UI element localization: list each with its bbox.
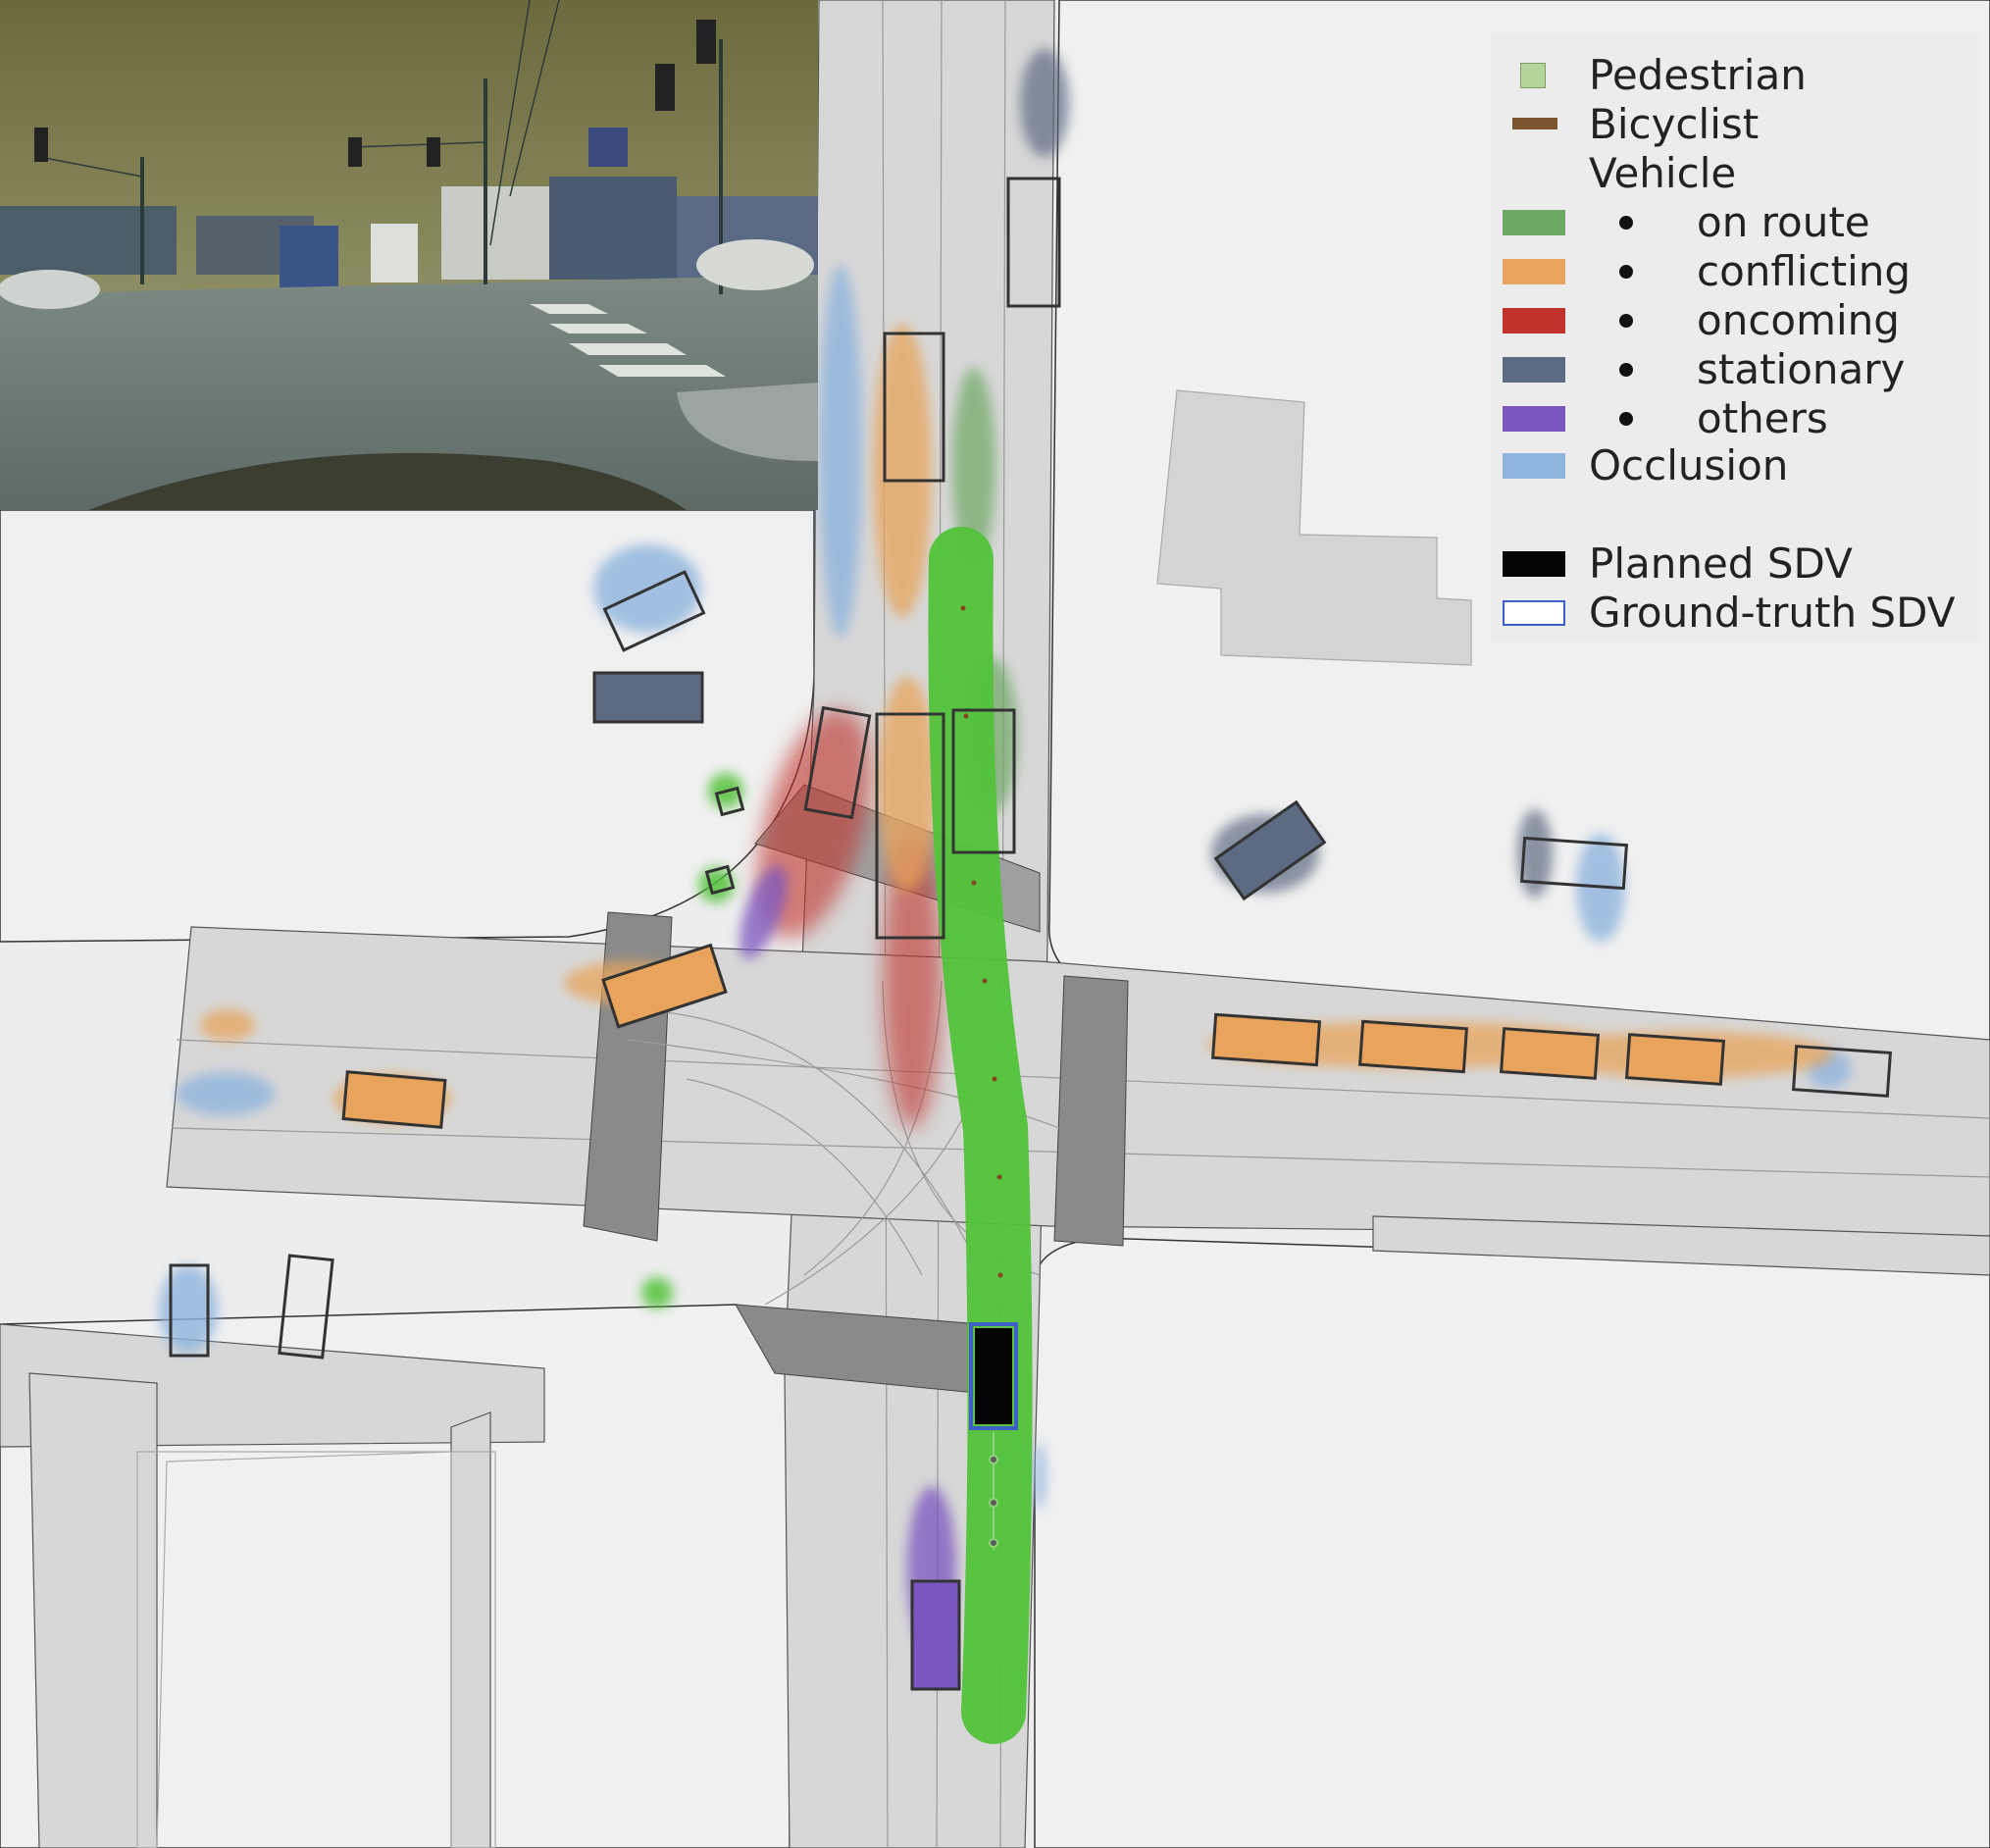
front-camera-view-icon <box>0 0 818 510</box>
crosswalk-east <box>1053 975 1129 1247</box>
occlusion-swatch <box>1503 453 1565 479</box>
legend-label: on route <box>1697 198 1870 246</box>
others-vehicle <box>910 1579 961 1691</box>
legend-label: Planned SDV <box>1589 539 1853 588</box>
legend-stationary: stationary <box>1491 343 1981 393</box>
legend-label: Vehicle <box>1589 149 1737 197</box>
scene: Pedestrian Bicyclist Vehicle on route co… <box>0 0 1990 1848</box>
bullet-icon <box>1619 265 1633 279</box>
legend-label: oncoming <box>1697 296 1900 344</box>
legend-bicyclist: Bicyclist <box>1491 98 1981 148</box>
legend-conflicting: conflicting <box>1491 245 1981 295</box>
legend-label: stationary <box>1697 345 1906 393</box>
legend-label: others <box>1697 394 1828 442</box>
conflicting-vehicle <box>1499 1027 1601 1080</box>
conflicting-vehicle <box>1624 1033 1726 1086</box>
conflicting-swatch <box>1503 259 1565 284</box>
block-southeast <box>1034 1237 1990 1848</box>
legend-label: Bicyclist <box>1589 100 1760 148</box>
legend-planned-sdv: Planned SDV <box>1491 538 1981 588</box>
legend-occlusion: Occlusion <box>1491 439 1981 489</box>
legend-others: others <box>1491 392 1981 442</box>
legend-label: Pedestrian <box>1589 51 1807 99</box>
legend-vehicle: Vehicle <box>1491 147 1981 197</box>
conflicting-vehicle <box>341 1070 447 1129</box>
legend-pedestrian: Pedestrian <box>1491 49 1981 99</box>
legend-label: conflicting <box>1697 247 1912 295</box>
legend-oncoming: oncoming <box>1491 294 1981 344</box>
bullet-icon <box>1619 314 1633 328</box>
pedestrian-swatch <box>1520 63 1546 88</box>
others-vehicles <box>910 1579 961 1691</box>
oncoming-swatch <box>1503 308 1565 334</box>
legend-ground-truth-sdv: Ground-truth SDV <box>1491 587 1981 637</box>
bullet-icon <box>1619 412 1633 426</box>
others-swatch <box>1503 406 1565 432</box>
on-route-swatch <box>1503 210 1565 235</box>
bullet-icon <box>1619 216 1633 230</box>
planned-sdv-box <box>975 1328 1012 1424</box>
conflicting-vehicle <box>1210 1012 1322 1067</box>
conflicting-vehicle <box>1357 1019 1469 1074</box>
legend-on-route: on route <box>1491 196 1981 246</box>
legend: Pedestrian Bicyclist Vehicle on route co… <box>1491 33 1981 642</box>
bullet-icon <box>1619 363 1633 377</box>
legend-label: Occlusion <box>1589 441 1789 489</box>
stationary-vehicle <box>592 671 704 724</box>
planned-sdv-swatch <box>1503 551 1565 577</box>
ground-truth-sdv-swatch <box>1503 600 1565 626</box>
legend-label: Ground-truth SDV <box>1589 589 1956 637</box>
bicyclist-swatch <box>1512 118 1557 129</box>
stationary-swatch <box>1503 357 1565 383</box>
